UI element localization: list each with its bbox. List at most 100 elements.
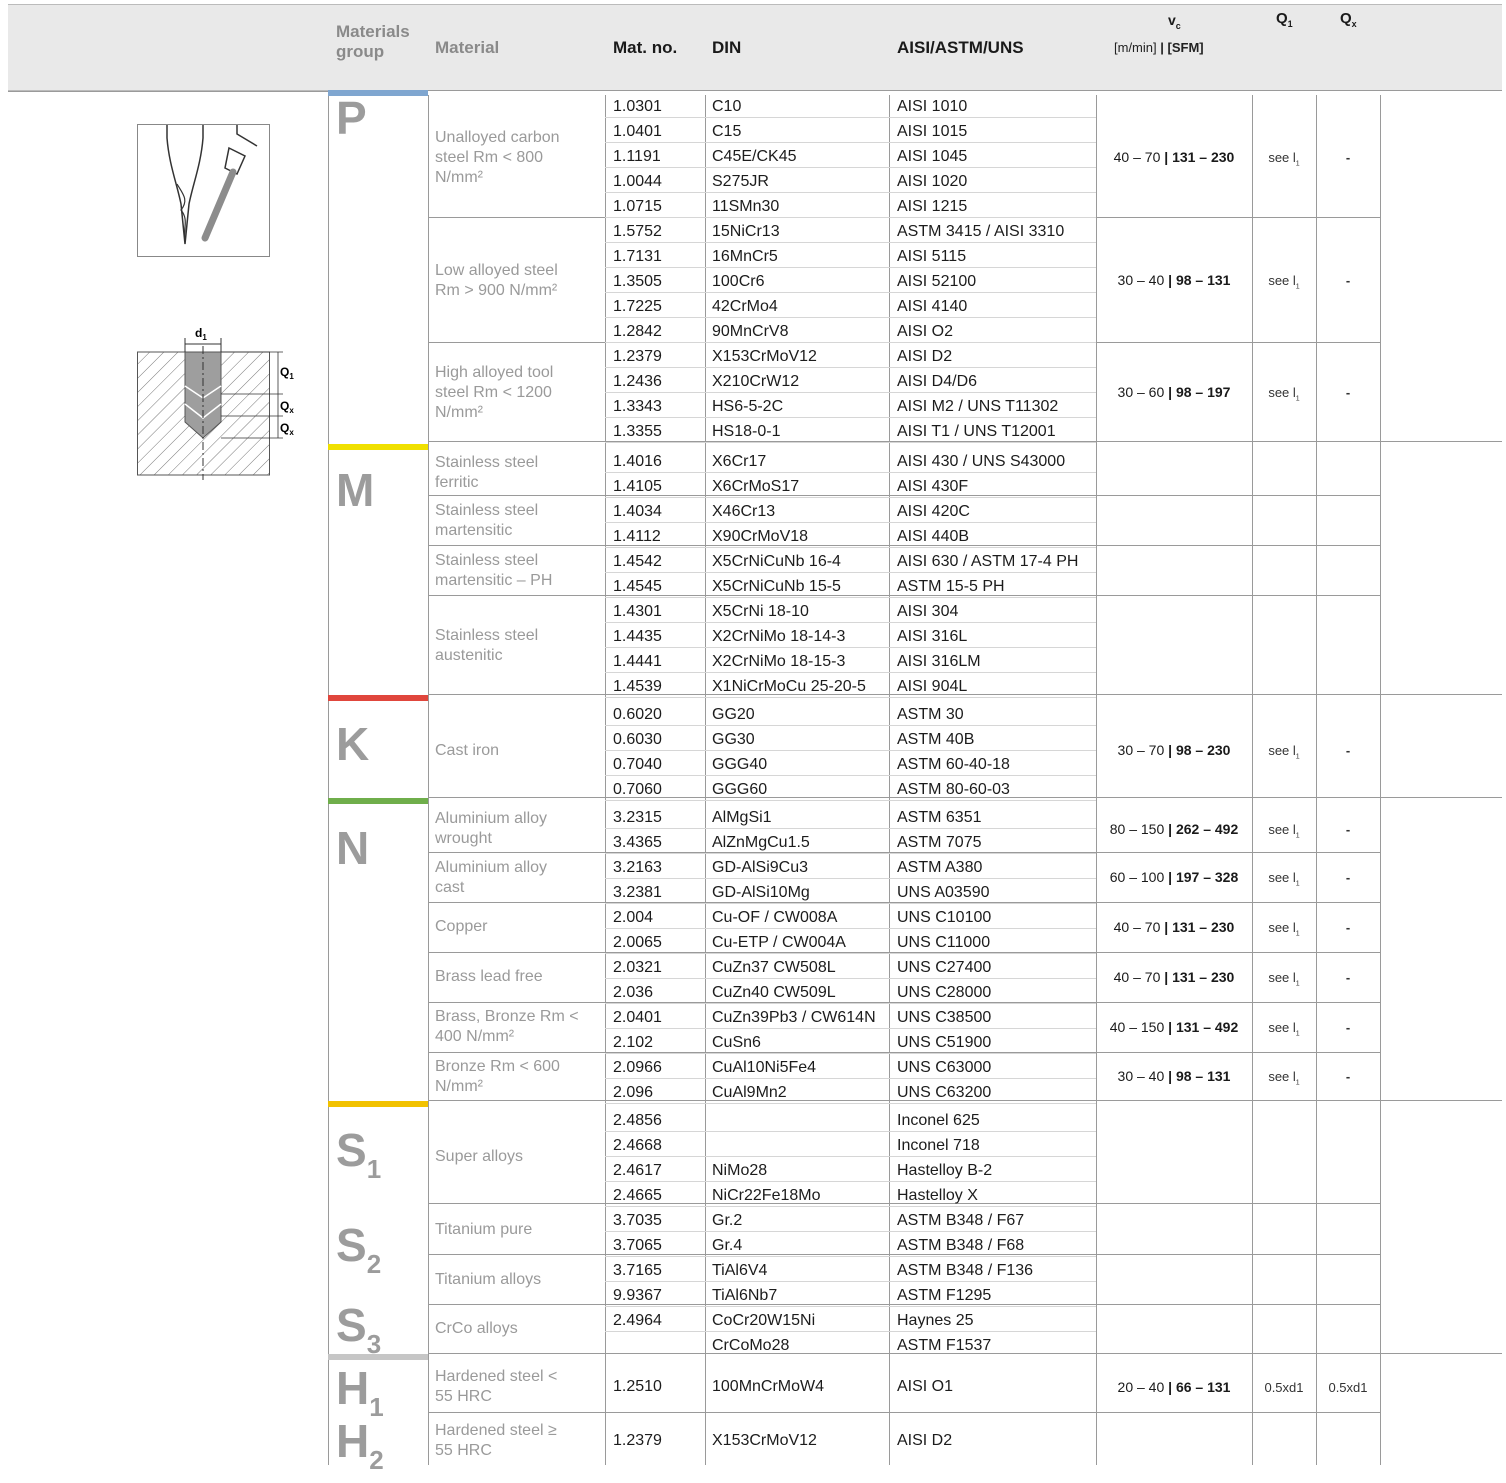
mat-no-cell: 1.2379 [613, 1432, 662, 1449]
material-name: Hardened steel < 55 HRC [435, 1368, 558, 1405]
row-separator [605, 775, 1096, 776]
mat-no-cell: 1.4112 [613, 528, 661, 545]
group-letter: S1 [336, 1124, 382, 1184]
material-name: Copper [435, 918, 488, 935]
din-cell: GGG40 [712, 756, 768, 773]
row-separator [605, 622, 1096, 623]
drill-icon [137, 124, 270, 257]
aisi-cell: UNS C51900 [897, 1034, 992, 1051]
din-cell: X5CrNiCuNb 16-4 [712, 553, 841, 570]
mat-no-cell: 9.9367 [613, 1287, 662, 1304]
qx-cell: 0.5xd1 [1328, 1380, 1368, 1395]
header-qx: Qx [1340, 10, 1357, 29]
aisi-cell: UNS C28000 [897, 984, 992, 1001]
mat-no-cell: 1.0715 [613, 198, 662, 215]
q1-cell: 0.5xd1 [1264, 1380, 1304, 1395]
mat-no-cell: 1.4034 [613, 503, 662, 520]
mat-no-cell: 1.4105 [613, 478, 662, 495]
column-divider [1316, 95, 1317, 1465]
material-name: Unalloyed carbon steel Rm < 800 N/mm² [435, 129, 560, 186]
group-color-bar [328, 444, 428, 450]
aisi-cell: AISI O1 [897, 1378, 954, 1395]
qx-cell: - [1345, 385, 1351, 400]
material-name: Aluminium alloy cast [435, 859, 548, 896]
din-cell: 15NiCr13 [712, 223, 780, 240]
mat-no-cell: 3.7065 [613, 1237, 662, 1254]
column-divider [705, 95, 706, 1465]
mat-no-cell: 2.0966 [613, 1059, 662, 1076]
cutting-speed-cell: 20 – 40 | 66 – 131 [1117, 1379, 1231, 1395]
material-separator [428, 1412, 1380, 1413]
din-cell: TiAl6Nb7 [712, 1287, 778, 1304]
aisi-cell: AISI D2 [897, 1432, 953, 1449]
mat-no-cell: 0.6030 [613, 731, 662, 748]
din-cell: HS6-5-2C [712, 398, 784, 415]
header-aisi: AISI/ASTM/UNS [897, 38, 1024, 57]
row-separator [605, 672, 1096, 673]
mat-no-cell: 1.4542 [613, 553, 662, 570]
header-vc-units: [m/min] | [SFM] [1114, 40, 1204, 55]
aisi-cell: AISI M2 / UNS T11302 [897, 398, 1059, 415]
mat-no-cell: 0.7040 [613, 756, 662, 773]
din-cell: X46Cr13 [712, 503, 776, 520]
cutting-speed-cell: 30 – 60 | 98 – 197 [1117, 384, 1231, 400]
material-name: Bronze Rm < 600 N/mm² [435, 1058, 560, 1095]
aisi-cell: ASTM B348 / F136 [897, 1262, 1034, 1279]
group-letter: N [336, 822, 370, 874]
aisi-cell: AISI 1015 [897, 123, 968, 140]
cutting-speed-cell: 40 – 70 | 131 – 230 [1113, 969, 1235, 985]
mat-no-cell: 1.2379 [613, 348, 662, 365]
material-name: Low alloyed steel Rm > 900 N/mm² [435, 262, 558, 299]
row-separator [605, 597, 1096, 598]
din-cell: C45E/CK45 [712, 148, 797, 165]
mat-no-cell: 1.1191 [613, 148, 661, 165]
qx-cell: - [1345, 970, 1351, 985]
column-divider [328, 95, 329, 1465]
column-divider [889, 95, 890, 1465]
q1-cell: see l1 [1268, 273, 1300, 291]
aisi-cell: AISI 904L [897, 678, 968, 695]
aisi-cell: AISI 316LM [897, 653, 981, 670]
aisi-cell: UNS C27400 [897, 959, 992, 976]
cutting-speed-cell: 30 – 40 | 98 – 131 [1117, 272, 1231, 288]
row-separator [605, 392, 1096, 393]
din-cell: X153CrMoV12 [712, 1432, 817, 1449]
row-separator [605, 242, 1096, 243]
aisi-cell: AISI 1045 [897, 148, 968, 165]
din-cell: X90CrMoV18 [712, 528, 809, 545]
mat-no-cell: 0.7060 [613, 781, 662, 798]
column-divider [1380, 95, 1381, 1465]
aisi-cell: ASTM 7075 [897, 834, 982, 851]
aisi-cell: Haynes 25 [897, 1312, 974, 1329]
row-separator [605, 367, 1096, 368]
svg-text:Q1: Q1 [280, 365, 294, 381]
row-separator [605, 1181, 1096, 1182]
din-cell: 16MnCr5 [712, 248, 778, 265]
din-cell: CuAl10Ni5Fe4 [712, 1059, 817, 1076]
header-vc: vc [1168, 12, 1181, 31]
cutting-speed-cell: 40 – 70 | 131 – 230 [1113, 919, 1235, 935]
aisi-cell: AISI 430 / UNS S43000 [897, 453, 1066, 470]
row-separator [605, 725, 1096, 726]
mat-no-cell: 1.4539 [613, 678, 662, 695]
aisi-cell: ASTM B348 / F68 [897, 1237, 1025, 1254]
mat-no-cell: 3.7165 [613, 1262, 662, 1279]
group-letter: S3 [336, 1299, 382, 1359]
aisi-cell: AISI 1010 [897, 98, 968, 115]
aisi-cell: ASTM B348 / F67 [897, 1212, 1025, 1229]
row-separator [605, 1331, 1096, 1332]
din-cell: GG20 [712, 706, 755, 723]
din-cell: X1NiCrMoCu 25-20-5 [712, 678, 866, 695]
aisi-cell: AISI O2 [897, 323, 954, 340]
mat-no-cell: 1.3505 [613, 273, 662, 290]
row-separator [605, 647, 1096, 648]
din-cell: 90MnCrV8 [712, 323, 789, 340]
row-separator [605, 1306, 1096, 1307]
mat-no-cell: 2.004 [613, 909, 654, 926]
group-letter: P [336, 92, 367, 144]
din-cell: X153CrMoV12 [712, 348, 817, 365]
din-cell: TiAl6V4 [712, 1262, 768, 1279]
qx-cell: - [1345, 920, 1351, 935]
din-cell: NiCr22Fe18Mo [712, 1187, 821, 1204]
material-name: Hardened steel ≥ 55 HRC [435, 1422, 557, 1459]
